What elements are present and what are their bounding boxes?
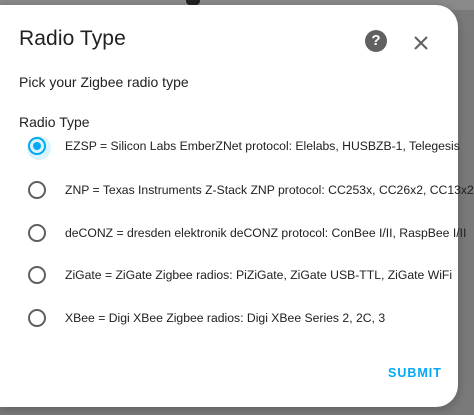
radio-button-deconz[interactable] (28, 224, 46, 242)
radio-option-zigate[interactable]: ZiGate = ZiGate Zigbee radios: PiZiGate,… (28, 263, 452, 287)
help-icon[interactable]: ? (365, 30, 387, 52)
close-icon[interactable] (411, 33, 431, 53)
radio-option-label: XBee = Digi XBee Zigbee radios: Digi XBe… (65, 311, 386, 325)
radio-focus-ring (27, 136, 51, 160)
submit-button[interactable]: SUBMIT (388, 366, 442, 380)
dialog-subtitle: Pick your Zigbee radio type (19, 74, 189, 90)
radio-button-znp[interactable] (28, 181, 46, 199)
radio-option-label: EZSP = Silicon Labs EmberZNet protocol: … (65, 139, 460, 153)
radio-button-ezsp[interactable] (27, 136, 51, 160)
dialog-title: Radio Type (19, 27, 126, 50)
radio-button-zigate[interactable] (28, 266, 46, 284)
radio-option-label: ZNP = Texas Instruments Z-Stack ZNP prot… (65, 183, 474, 197)
radio-option-deconz[interactable]: deCONZ = dresden elektronik deCONZ proto… (28, 221, 466, 245)
radio-option-znp[interactable]: ZNP = Texas Instruments Z-Stack ZNP prot… (28, 178, 474, 202)
radio-group-label: Radio Type (19, 114, 90, 130)
radio-type-dialog: Radio Type ? Pick your Zigbee radio type… (0, 5, 474, 407)
radio-button-xbee[interactable] (28, 309, 46, 327)
radio-option-label: ZiGate = ZiGate Zigbee radios: PiZiGate,… (65, 268, 453, 282)
radio-option-label: deCONZ = dresden elektronik deCONZ proto… (65, 226, 467, 240)
radio-option-ezsp[interactable]: EZSP = Silicon Labs EmberZNet protocol: … (27, 134, 460, 160)
radio-option-xbee[interactable]: XBee = Digi XBee Zigbee radios: Digi XBe… (28, 306, 385, 330)
